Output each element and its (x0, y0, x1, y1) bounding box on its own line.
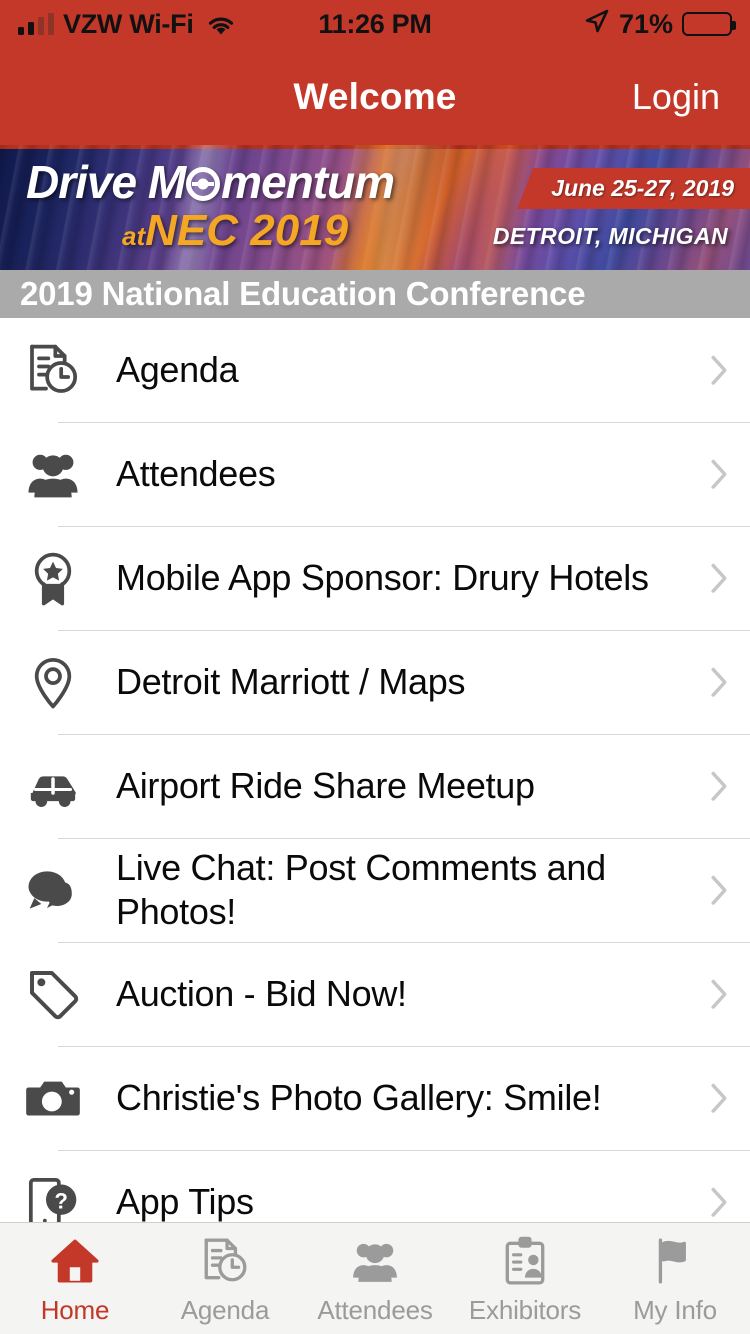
steering-wheel-icon (186, 167, 221, 201)
people-group-icon (20, 446, 86, 502)
document-clock-icon (200, 1231, 250, 1291)
chevron-right-icon (702, 1186, 736, 1219)
battery-percent-label: 71% (618, 8, 673, 39)
logo-text-prefix: Drive M (26, 156, 186, 208)
tab-label: Agenda (180, 1295, 270, 1325)
event-dates-badge: June 25-27, 2019 (517, 168, 750, 209)
menu-row[interactable]: Auction - Bid Now! (0, 942, 750, 1046)
svg-text:?: ? (54, 1188, 68, 1213)
chevron-right-icon (702, 458, 736, 491)
menu-row-label: Detroit Marriott / Maps (116, 661, 466, 703)
location-arrow-icon (584, 8, 610, 41)
logo-line-2: atNEC 2019 (122, 209, 394, 253)
home-menu-list: Agenda Attendees Mobile App Sponsor: Dru… (0, 318, 750, 1254)
menu-row-label: Attendees (116, 453, 276, 495)
chevron-right-icon (702, 354, 736, 387)
tab-home[interactable]: Home (0, 1231, 150, 1326)
signal-bars-icon (18, 13, 54, 35)
logo-text-suffix: mentum (221, 156, 395, 208)
menu-row-label: Mobile App Sponsor: Drury Hotels (116, 557, 649, 599)
tag-icon (20, 966, 86, 1022)
event-banner[interactable]: Drive M mentum atNEC 2019 June 25-27, 20… (0, 145, 750, 270)
navigation-bar: Welcome Login (0, 48, 750, 145)
bottom-tab-bar: Home Agenda Attendees Exhibitors My Info (0, 1222, 750, 1334)
menu-row-label: App Tips (116, 1181, 254, 1223)
logo-at-label: at (122, 221, 146, 251)
menu-row-label: Auction - Bid Now! (116, 973, 407, 1015)
menu-row[interactable]: Christie's Photo Gallery: Smile! (0, 1046, 750, 1150)
chevron-right-icon (702, 1082, 736, 1115)
map-pin-icon (20, 654, 86, 710)
tab-label: Home (40, 1295, 110, 1325)
conference-subtitle: 2019 National Education Conference (0, 270, 750, 318)
menu-row[interactable]: Mobile App Sponsor: Drury Hotels (0, 526, 750, 630)
tab-my-info[interactable]: My Info (600, 1231, 750, 1326)
wifi-icon (206, 13, 236, 35)
logo-line-1: Drive M mentum (26, 156, 395, 208)
page-title: Welcome (293, 75, 457, 117)
menu-row[interactable]: Live Chat: Post Comments and Photos! (0, 838, 750, 942)
menu-row-label: Live Chat: Post Comments and Photos! (116, 847, 606, 932)
chevron-right-icon (702, 978, 736, 1011)
menu-row-label: Airport Ride Share Meetup (116, 765, 535, 807)
clipboard-person-icon (500, 1231, 550, 1291)
home-icon (50, 1231, 100, 1291)
menu-row[interactable]: Detroit Marriott / Maps (0, 630, 750, 734)
tab-exhibitors[interactable]: Exhibitors (450, 1231, 600, 1326)
chevron-right-icon (702, 562, 736, 595)
tab-attendees[interactable]: Attendees (300, 1231, 450, 1326)
people-group-icon (350, 1231, 400, 1291)
status-bar-left: VZW Wi-Fi (18, 9, 236, 40)
status-bar: VZW Wi-Fi 11:26 PM 71% (0, 0, 750, 48)
tab-label: Attendees (317, 1295, 433, 1325)
chevron-right-icon (702, 770, 736, 803)
menu-row[interactable]: Agenda (0, 318, 750, 422)
chat-bubbles-icon (20, 862, 86, 918)
tab-label: My Info (633, 1295, 717, 1325)
chevron-right-icon (702, 666, 736, 699)
award-ribbon-icon (20, 550, 86, 606)
menu-row[interactable]: Attendees (0, 422, 750, 526)
menu-row[interactable]: Airport Ride Share Meetup (0, 734, 750, 838)
status-bar-right: 71% (584, 8, 736, 41)
flag-icon (650, 1231, 700, 1291)
camera-icon (20, 1070, 86, 1126)
event-city-label: DETROIT, MICHIGAN (492, 223, 728, 249)
tab-label: Exhibitors (468, 1295, 582, 1325)
login-button[interactable]: Login (632, 76, 720, 118)
menu-row-label: Christie's Photo Gallery: Smile! (116, 1077, 602, 1119)
logo-event-label: NEC 2019 (145, 206, 349, 255)
tab-agenda[interactable]: Agenda (150, 1231, 300, 1326)
event-logo: Drive M mentum atNEC 2019 (26, 156, 395, 253)
chevron-right-icon (702, 874, 736, 907)
menu-row-label: Agenda (116, 349, 239, 391)
document-clock-icon (20, 342, 86, 398)
car-icon (20, 758, 86, 814)
carrier-label: VZW Wi-Fi (63, 8, 194, 39)
battery-icon (682, 12, 736, 36)
